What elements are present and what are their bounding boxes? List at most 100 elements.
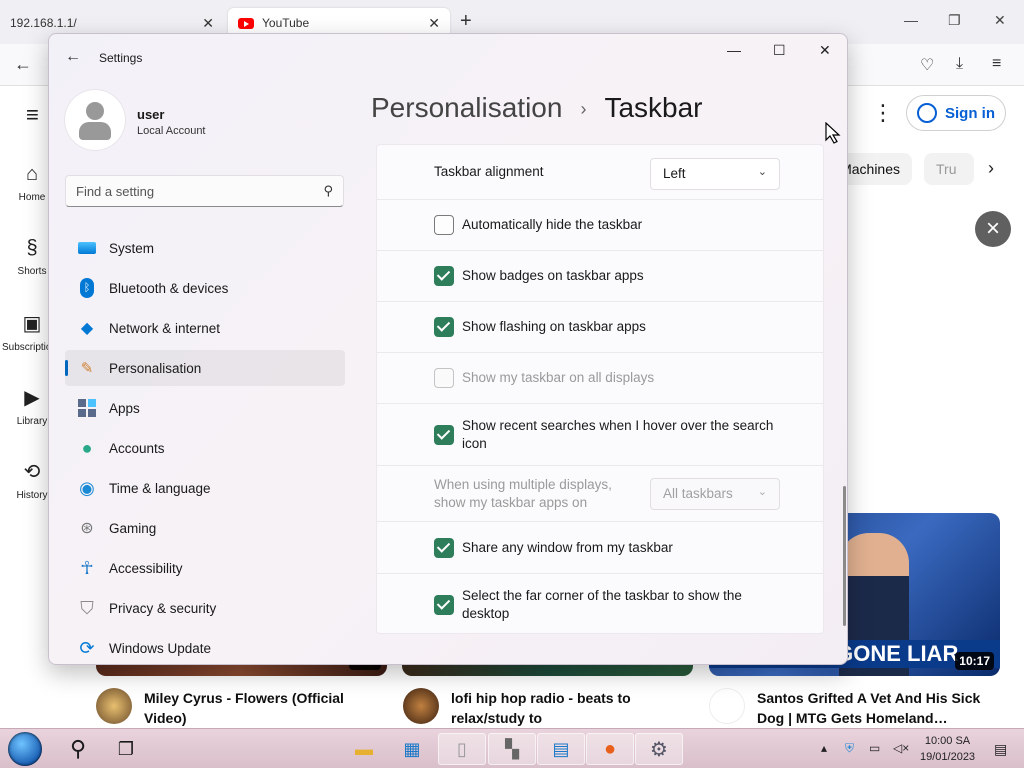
settings-window: ← Settings — ☐ ✕ user Local Account Find… <box>48 33 848 665</box>
notes-app-icon[interactable]: ▤ <box>537 733 585 765</box>
chevron-up-icon[interactable]: ▴ <box>821 741 827 755</box>
more-options-icon[interactable]: ⋮ <box>872 100 894 126</box>
breadcrumb-parent[interactable]: Personalisation <box>371 92 562 123</box>
sidebar-item-bluetooth[interactable]: ᛒ Bluetooth & devices <box>65 270 345 306</box>
setting-label: Automatically hide the taskbar <box>462 217 643 232</box>
setting-row: Show my taskbar on all displays <box>377 352 823 403</box>
video-title[interactable]: lofi hip hop radio - beats to relax/stud… <box>451 688 681 728</box>
avatar-head <box>86 102 104 120</box>
sidebar-item-apps[interactable]: Apps <box>65 390 345 426</box>
scrollbar-thumb[interactable] <box>843 486 846 626</box>
setting-row[interactable]: Share any window from my taskbar <box>377 521 823 573</box>
store-icon[interactable]: ▦ <box>388 733 436 765</box>
back-arrow-icon[interactable]: ← <box>14 54 32 75</box>
network-icon[interactable]: ▭ <box>869 741 880 755</box>
youtube-favicon-icon <box>238 17 254 29</box>
flashing-checkbox[interactable] <box>434 317 454 337</box>
minimize-button[interactable]: — <box>904 12 918 28</box>
far-corner-checkbox[interactable] <box>434 594 454 615</box>
chip-tru[interactable]: Tru <box>924 153 974 185</box>
tab-title: 192.168.1.1/ <box>10 16 77 30</box>
notification-icon[interactable]: ▤ <box>994 741 1007 758</box>
sidebar-item-accessibility[interactable]: ☥ Accessibility <box>65 550 345 586</box>
setting-label: Share any window from my taskbar <box>462 539 673 555</box>
channel-avatar[interactable] <box>709 688 745 724</box>
share-window-checkbox[interactable] <box>434 537 454 558</box>
bluetooth-icon: ᛒ <box>77 278 97 298</box>
sidebar-item-windows-update[interactable]: ⟳ Windows Update <box>65 630 345 664</box>
minimize-button[interactable]: — <box>727 42 741 58</box>
task-view-icon[interactable]: ❐ <box>102 733 150 765</box>
sidebar-item-privacy[interactable]: ⛉ Privacy & security <box>65 590 345 626</box>
os-taskbar: ⚲ ❐ ▬ ▦ ▯ ▚ ▤ ● ⚙ ▴ ⛨ ▭ ◁× 10:00 SA 19/0… <box>0 728 1024 768</box>
close-window-button[interactable]: ✕ <box>994 12 1006 29</box>
window-title: Settings <box>99 51 143 65</box>
setting-row[interactable]: Automatically hide the taskbar <box>377 199 823 250</box>
setting-row[interactable]: Show flashing on taskbar apps <box>377 301 823 352</box>
new-tab-button[interactable]: + <box>460 10 472 33</box>
setting-label: Show badges on taskbar apps <box>462 268 644 283</box>
channel-avatar[interactable] <box>96 688 132 724</box>
breadcrumb-separator: › <box>580 99 587 120</box>
wifi-icon: ◆ <box>80 320 94 337</box>
mouse-cursor-icon <box>825 122 841 144</box>
notepad-icon[interactable]: ▯ <box>438 733 486 765</box>
badges-checkbox[interactable] <box>434 266 454 286</box>
firefox-icon[interactable]: ● <box>586 733 634 765</box>
recent-searches-checkbox[interactable] <box>434 424 454 445</box>
sidebar-item-time-language[interactable]: ◉ Time & language <box>65 470 345 506</box>
start-button[interactable] <box>8 732 42 766</box>
restore-button[interactable]: ❐ <box>948 12 961 29</box>
avatar[interactable] <box>65 90 125 150</box>
user-name: user <box>137 107 165 122</box>
sidebar-item-gaming[interactable]: ⊛ Gaming <box>65 510 345 546</box>
setting-row[interactable]: Show recent searches when I hover over t… <box>377 403 823 465</box>
video-title[interactable]: Miley Cyrus - Flowers (Official Video) <box>144 688 374 728</box>
search-icon[interactable]: ⚲ <box>54 733 102 765</box>
sign-in-button[interactable]: Sign in <box>906 95 1006 131</box>
menu-icon[interactable]: ≡ <box>992 55 1001 73</box>
sidebar-item-system[interactable]: System <box>65 230 345 266</box>
channel-avatar[interactable] <box>403 688 439 724</box>
chevron-right-icon[interactable]: › <box>988 158 994 179</box>
close-tab-icon[interactable]: ✕ <box>428 15 440 32</box>
close-window-button[interactable]: ✕ <box>819 42 831 59</box>
download-icon[interactable]: ⤓ <box>956 55 963 73</box>
setting-label: Show my taskbar on all displays <box>462 370 655 385</box>
settings-gear-icon[interactable]: ⚙ <box>635 733 683 765</box>
close-icon[interactable]: × <box>975 211 1011 247</box>
search-icon: ⚲ <box>323 183 333 198</box>
hamburger-menu-icon[interactable]: ≡ <box>26 102 39 128</box>
chevron-down-icon: ⌄ <box>757 166 767 178</box>
back-arrow-icon[interactable]: ← <box>65 48 81 66</box>
account-type: Local Account <box>137 125 206 137</box>
setting-row[interactable]: Select the far corner of the taskbar to … <box>377 573 823 633</box>
close-tab-icon[interactable]: ✕ <box>202 15 214 32</box>
autohide-checkbox[interactable] <box>434 215 454 235</box>
video-title[interactable]: Santos Grifted A Vet And His Sick Dog | … <box>757 688 997 728</box>
file-explorer-icon[interactable]: ▬ <box>340 733 388 765</box>
maximize-button[interactable]: ☐ <box>773 42 786 59</box>
system-clock[interactable]: 10:00 SA 19/01/2023 <box>920 733 975 765</box>
volume-muted-icon[interactable]: ◁× <box>893 741 909 755</box>
sidebar-item-network[interactable]: ◆ Network & internet <box>65 310 345 346</box>
sidebar-item-personalisation[interactable]: ✎ Personalisation <box>65 350 345 386</box>
setting-label: Show flashing on taskbar apps <box>462 319 646 334</box>
shield-icon: ⛉ <box>80 597 94 618</box>
search-input[interactable]: Find a setting ⚲ <box>65 175 344 207</box>
pocket-icon[interactable]: ♡ <box>920 55 934 75</box>
breadcrumb: Personalisation › Taskbar <box>371 92 703 124</box>
setting-label: Select the far corner of the taskbar to … <box>462 587 742 621</box>
chevron-down-icon: ⌄ <box>757 486 767 498</box>
account-icon <box>917 103 937 123</box>
avatar-body <box>79 122 111 140</box>
system-icon <box>77 238 97 258</box>
setting-row[interactable]: Show badges on taskbar apps <box>377 250 823 301</box>
video-duration: 10:17 <box>955 652 994 670</box>
brush-icon: ✎ <box>80 360 94 377</box>
setting-row-multi-display: When using multiple displays, show my ta… <box>377 465 823 521</box>
alignment-dropdown[interactable]: Left ⌄ <box>650 158 780 190</box>
security-shield-icon[interactable]: ⛨ <box>845 741 854 756</box>
remote-desktop-icon[interactable]: ▚ <box>488 733 536 765</box>
sidebar-item-accounts[interactable]: ● Accounts <box>65 430 345 466</box>
